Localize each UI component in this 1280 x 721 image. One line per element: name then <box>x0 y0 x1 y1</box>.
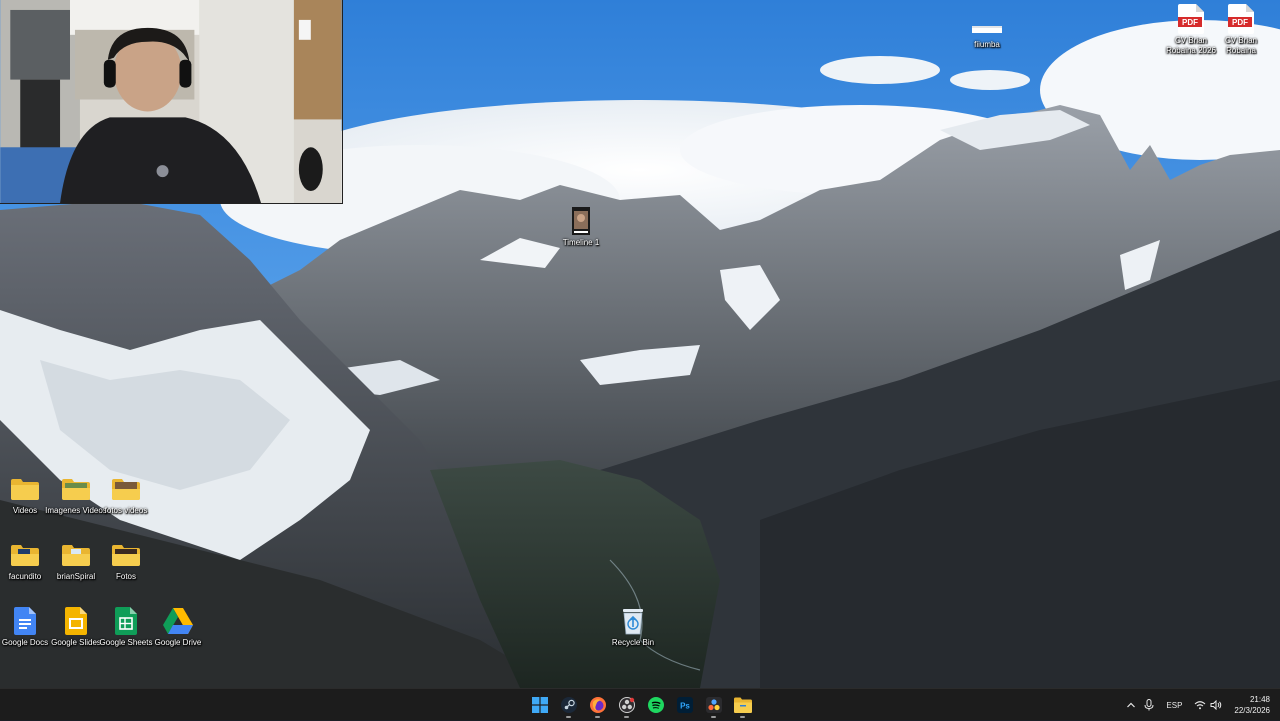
running-indicator <box>624 716 629 718</box>
taskbar-steam[interactable] <box>555 691 582 719</box>
folder-icon <box>9 474 41 504</box>
desktop-icon-label: Fotos <box>115 572 136 581</box>
taskbar-file-explorer[interactable] <box>729 691 756 719</box>
clock[interactable]: 21:48 22/3/2026 <box>1226 694 1280 716</box>
desktop-icon-google-drive[interactable]: Google Drive <box>147 606 209 648</box>
desktop-icon-fotos[interactable]: Fotos <box>95 540 157 582</box>
svg-text:PDF: PDF <box>1182 18 1198 27</box>
firefox-icon <box>589 697 606 713</box>
taskbar-photoshop[interactable]: Ps <box>671 691 698 719</box>
microphone-icon <box>1144 699 1154 711</box>
desktop-icon-label: Recycle Bin <box>611 638 655 647</box>
desktop-icon-label: fotos videos <box>104 506 148 515</box>
file-explorer-icon <box>733 697 752 713</box>
google-drive-icon <box>162 606 194 636</box>
taskbar: Ps ESP 21:48 22/3/2026 <box>0 688 1280 720</box>
steam-icon <box>560 697 577 713</box>
photoshop-icon: Ps <box>676 697 693 713</box>
google-sheets-icon <box>110 606 142 636</box>
running-indicator <box>595 716 600 718</box>
system-tray: ESP 21:48 22/3/2026 <box>1122 689 1280 721</box>
desktop-icon-fiiumba[interactable]: fiiumba <box>956 20 1018 50</box>
taskbar-firefox[interactable] <box>584 691 611 719</box>
folder-image-icon <box>110 474 142 504</box>
desktop-icon-timeline[interactable]: Timeline 1 <box>550 206 612 248</box>
desktop-icon-label: Google Drive <box>154 638 202 647</box>
taskbar-obs[interactable] <box>613 691 640 719</box>
webcam-overlay <box>0 0 343 204</box>
network-volume-button[interactable] <box>1190 691 1226 719</box>
desktop-icon-label: CV Brian Robaina <box>1224 36 1257 55</box>
microphone-button[interactable] <box>1140 691 1158 719</box>
wifi-icon <box>1195 701 1206 710</box>
desktop-icon-label: fiiumba <box>974 40 1000 49</box>
start-icon <box>531 697 548 713</box>
davinci-resolve-icon <box>705 697 722 713</box>
svg-text:PDF: PDF <box>1232 18 1248 27</box>
desktop-icon-label: brianSpiral <box>56 572 96 581</box>
desktop-icon-label: Google Sheets <box>99 638 153 647</box>
obs-icon <box>618 697 635 713</box>
clock-date: 22/3/2026 <box>1234 706 1270 715</box>
desktop-icon-label: Google Docs <box>1 638 49 647</box>
desktop-icon-label: Timeline 1 <box>562 238 600 247</box>
running-indicator <box>566 716 571 718</box>
pdf-icon: PDF <box>1175 4 1207 34</box>
taskbar-davinci-resolve[interactable] <box>700 691 727 719</box>
google-slides-icon <box>60 606 92 636</box>
desktop-icon-fotos-videos[interactable]: fotos videos <box>95 474 157 516</box>
running-indicator <box>711 716 716 718</box>
desktop-icon-label: Videos <box>12 506 38 515</box>
desktop-icon-label: facundito <box>8 572 42 581</box>
desktop-icon-cv[interactable]: PDF CV Brian Robaina <box>1210 4 1272 56</box>
clock-time: 21:48 <box>1249 695 1270 704</box>
folder-icon <box>9 540 41 570</box>
show-hidden-icons-button[interactable] <box>1122 691 1140 719</box>
pdf-icon: PDF <box>1225 4 1257 34</box>
folder-image-icon <box>110 540 142 570</box>
spotify-icon <box>647 697 664 713</box>
start-button[interactable] <box>526 691 553 719</box>
desktop: Videos Imagenes Videos fotos videos facu… <box>0 0 1280 688</box>
recycle-bin-icon <box>617 606 649 636</box>
language-indicator[interactable]: ESP <box>1158 691 1190 719</box>
folder-icon <box>60 540 92 570</box>
taskbar-apps: Ps <box>526 689 756 721</box>
file-icon <box>971 20 1003 38</box>
svg-text:Ps: Ps <box>680 702 690 711</box>
language-label: ESP <box>1166 700 1183 710</box>
taskbar-spotify[interactable] <box>642 691 669 719</box>
running-indicator <box>740 716 745 718</box>
video-file-icon <box>565 206 597 236</box>
volume-icon <box>1210 700 1222 710</box>
chevron-up-icon <box>1127 702 1136 708</box>
google-docs-icon <box>9 606 41 636</box>
desktop-icon-recycle-bin[interactable]: Recycle Bin <box>602 606 664 648</box>
folder-image-icon <box>60 474 92 504</box>
desktop-icon-label: Google Slides <box>51 638 101 647</box>
